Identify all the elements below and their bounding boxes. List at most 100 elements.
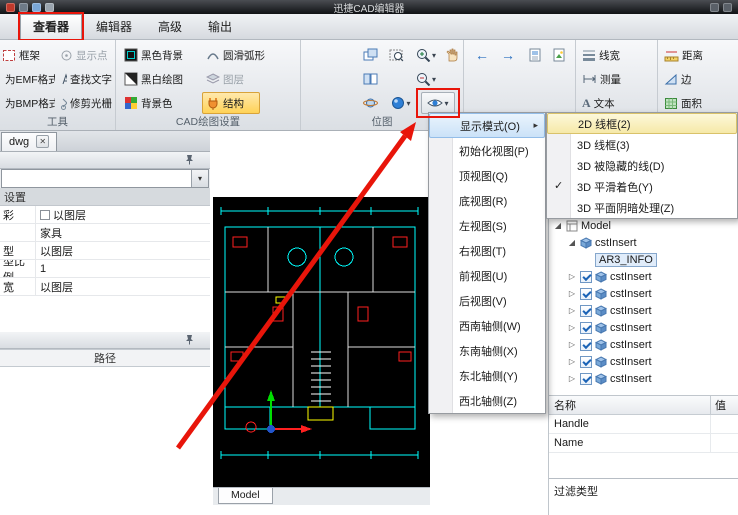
tree-item-cstinsert[interactable]: ▷ cstInsert xyxy=(549,268,738,285)
zoom-in-button[interactable]: ▾ xyxy=(411,44,441,66)
named-view-button[interactable] xyxy=(524,44,546,66)
submenu-item-3d-smooth-shading[interactable]: ✓ 3D 平滑着色(Y) xyxy=(547,176,737,197)
edge-button[interactable]: 边 xyxy=(660,68,696,90)
to-emf-button[interactable]: 为EMF格式 xyxy=(0,68,56,90)
menu-item-front-view[interactable]: 前视图(U) xyxy=(429,263,545,288)
tree-item-cstinsert[interactable]: ▷ cstInsert xyxy=(549,353,738,370)
back-arrow-icon: ← xyxy=(475,47,489,63)
save-icon[interactable] xyxy=(19,2,28,12)
menu-item-left-view[interactable]: 左视图(S) xyxy=(429,213,545,238)
submenu-item-3d-wireframe[interactable]: 3D 线框(3) xyxy=(547,134,737,155)
expand-closed-icon[interactable]: ▷ xyxy=(567,306,577,315)
block-cube-icon xyxy=(595,304,607,317)
visibility-checkbox[interactable] xyxy=(580,304,592,317)
text-button[interactable]: A 文本 xyxy=(578,92,619,114)
tree-item-cstinsert[interactable]: ▷ cstInsert xyxy=(549,302,738,319)
cascade-windows-button[interactable] xyxy=(359,44,381,66)
tile-windows-button[interactable] xyxy=(359,68,381,90)
render-mode-button[interactable]: ▾ xyxy=(387,92,415,114)
tree-item-cstinsert-open[interactable]: ◢ cstInsert xyxy=(549,234,738,251)
smooth-arc-button[interactable]: 圆滑弧形 xyxy=(202,44,269,66)
expand-closed-icon[interactable]: ▷ xyxy=(567,323,577,332)
submenu-item-3d-flat-shading[interactable]: 3D 平面阴暗处理(Z) xyxy=(547,197,737,218)
submenu-item-2d-wireframe[interactable]: 2D 线框(2) xyxy=(547,113,737,134)
pin-icon[interactable] xyxy=(184,154,195,168)
bw-drawing-button[interactable]: 黑白绘图 xyxy=(120,68,187,90)
property-row-layer[interactable]: 家具 xyxy=(0,224,210,242)
redo-icon[interactable] xyxy=(45,2,54,12)
expand-closed-icon[interactable]: ▷ xyxy=(567,340,577,349)
trim-raster-button[interactable]: 修剪光栅 xyxy=(56,92,115,114)
expand-closed-icon[interactable]: ▷ xyxy=(567,357,577,366)
zoom-window-button[interactable] xyxy=(385,44,407,66)
menu-item-nw-iso[interactable]: 西北轴侧(Z) xyxy=(429,388,545,413)
to-bmp-button[interactable]: 为BMP格式 xyxy=(0,92,56,114)
tab-advanced[interactable]: 高级 xyxy=(146,15,194,39)
distance-button[interactable]: 距离 xyxy=(660,44,707,66)
visibility-checkbox[interactable] xyxy=(580,355,592,368)
detail-row-name[interactable]: Name xyxy=(549,434,738,453)
tree-item-ar3-info[interactable]: AR3_INFO xyxy=(549,251,738,268)
layers-button[interactable]: 图层 xyxy=(202,68,248,90)
drawing-canvas[interactable] xyxy=(213,197,430,487)
combo-dropdown-icon[interactable]: ▾ xyxy=(191,170,208,187)
visibility-checkbox[interactable] xyxy=(580,270,592,283)
menu-item-back-view[interactable]: 后视图(V) xyxy=(429,288,545,313)
tab-output[interactable]: 输出 xyxy=(196,15,244,39)
tree-item-model[interactable]: ◢ Model xyxy=(549,217,738,234)
expand-open-icon[interactable]: ◢ xyxy=(567,238,577,247)
menu-item-se-iso[interactable]: 东南轴侧(X) xyxy=(429,338,545,363)
menu-item-ne-iso[interactable]: 东北轴侧(Y) xyxy=(429,363,545,388)
tree-item-cstinsert[interactable]: ▷ cstInsert xyxy=(549,319,738,336)
layout-tab-model[interactable]: Model xyxy=(218,488,273,504)
background-color-button[interactable]: 背景色 xyxy=(120,92,177,114)
visibility-checkbox[interactable] xyxy=(580,338,592,351)
menu-item-bottom-view[interactable]: 底视图(R) xyxy=(429,188,545,213)
next-view-button[interactable]: → xyxy=(496,44,520,66)
tree-item-cstinsert[interactable]: ▷ cstInsert xyxy=(549,370,738,387)
tree-item-cstinsert[interactable]: ▷ cstInsert xyxy=(549,336,738,353)
zoom-out-button[interactable]: ▾ xyxy=(411,68,441,90)
document-tab-dwg[interactable]: dwg ✕ xyxy=(1,132,58,151)
area-button[interactable]: 面积 xyxy=(660,92,706,114)
tab-viewer[interactable]: 查看器 xyxy=(17,12,85,41)
pan-hand-button[interactable] xyxy=(442,44,462,66)
property-row-color[interactable]: 彩 以图层 xyxy=(0,206,210,224)
property-row-lineweight[interactable]: 宽 以图层 xyxy=(0,278,210,296)
menu-item-top-view[interactable]: 顶视图(Q) xyxy=(429,163,545,188)
expand-closed-icon[interactable]: ▷ xyxy=(567,272,577,281)
property-row-linetype-scale[interactable]: 型比例 1 xyxy=(0,260,210,278)
frame-button[interactable]: 框架 xyxy=(0,44,54,66)
line-width-button[interactable]: 线宽 xyxy=(578,44,624,66)
previous-view-button[interactable]: ← xyxy=(470,44,494,66)
pin-icon[interactable] xyxy=(184,334,195,348)
find-text-button[interactable]: 查找文字 xyxy=(56,68,115,90)
visibility-checkbox[interactable] xyxy=(580,372,592,385)
menu-item-sw-iso[interactable]: 西南轴侧(W) xyxy=(429,313,545,338)
menu-item-init-view[interactable]: 初始化视图(P) xyxy=(429,138,545,163)
ribbon-group-cad-settings: 黑色背景 黑白绘图 背景色 圆滑弧形 图层 结构 CAD绘图设置 xyxy=(116,40,301,130)
property-row-linetype[interactable]: 型 以图层 xyxy=(0,242,210,260)
visibility-checkbox[interactable] xyxy=(580,321,592,334)
detail-header-row: 名称 值 xyxy=(549,395,738,415)
black-background-button[interactable]: 黑色背景 xyxy=(120,44,187,66)
tree-item-cstinsert[interactable]: ▷ cstInsert xyxy=(549,285,738,302)
orbit-3d-button[interactable] xyxy=(359,92,381,114)
visibility-checkbox[interactable] xyxy=(580,287,592,300)
expand-open-icon[interactable]: ◢ xyxy=(553,221,563,230)
close-document-icon[interactable]: ✕ xyxy=(36,135,50,148)
show-point-button[interactable]: 显示点 xyxy=(56,44,115,66)
full-view-button[interactable] xyxy=(548,44,570,66)
expand-closed-icon[interactable]: ▷ xyxy=(567,374,577,383)
property-filter-combobox[interactable]: ▾ xyxy=(1,169,209,188)
menu-item-right-view[interactable]: 右视图(T) xyxy=(429,238,545,263)
submenu-item-3d-hidden-lines[interactable]: 3D 被隐藏的线(D) xyxy=(547,155,737,176)
layout-tab-bar: Model xyxy=(213,487,430,505)
structure-button[interactable]: 结构 xyxy=(202,92,260,114)
detail-row-handle[interactable]: Handle xyxy=(549,415,738,434)
tab-editor[interactable]: 编辑器 xyxy=(84,15,144,39)
measure-button[interactable]: 测量 xyxy=(578,68,625,90)
expand-closed-icon[interactable]: ▷ xyxy=(567,289,577,298)
undo-icon[interactable] xyxy=(32,2,41,12)
filter-type-bar[interactable]: 过滤类型 xyxy=(549,478,738,502)
